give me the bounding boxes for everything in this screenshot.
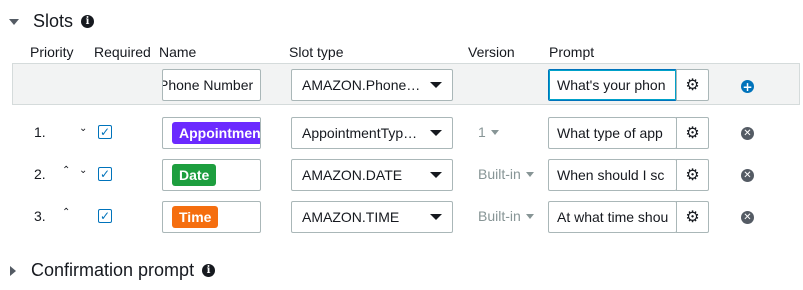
slot-version-select[interactable]: Built-in [478,166,534,182]
confirmation-section-toggle[interactable]: Confirmation prompt i [10,260,216,281]
chevron-down-icon [430,214,442,220]
close-icon: ✕ [743,211,752,223]
slot-priority: 3. [34,208,46,224]
chevron-down-icon [430,82,442,88]
slot-name-pill: AppointmentT [172,122,260,144]
required-checkbox[interactable]: ✓ [98,167,112,181]
slot-settings-button[interactable]: ⚙ [676,117,709,149]
info-icon[interactable]: i [81,15,95,28]
slot-name-pill: Date [172,164,217,186]
column-name: Name [159,44,197,60]
close-icon: ✕ [743,169,752,181]
gear-icon: ⚙ [685,209,700,226]
remove-slot-button[interactable]: ✕ [741,127,754,140]
chevron-down-icon [490,129,499,135]
slot-version-select[interactable]: 1 [478,124,499,140]
slot-name-pill: Time [172,206,219,228]
slot-name-input[interactable]: Date [162,159,261,191]
new-slot-prompt-input[interactable]: What's your phon [548,69,677,101]
slots-section-toggle[interactable]: Slots i [9,11,95,32]
slot-settings-button[interactable]: ⚙ [676,201,709,233]
slot-name-input[interactable]: AppointmentT [162,117,261,149]
new-slot-name-input[interactable]: Phone Number [162,69,261,101]
slot-prompt-input[interactable]: What type of app [548,117,677,149]
remove-slot-button[interactable]: ✕ [741,169,754,182]
gear-icon: ⚙ [685,125,700,142]
chevron-down-icon [430,172,442,178]
close-icon: ✕ [743,127,752,139]
slot-name-input[interactable]: Time [162,201,261,233]
column-slot-type: Slot type [289,44,344,60]
slots-title: Slots [33,11,74,31]
info-icon[interactable]: i [202,264,216,277]
required-checkbox[interactable]: ✓ [98,125,112,139]
plus-icon: + [742,79,753,94]
required-checkbox[interactable]: ✓ [98,209,112,223]
slot-priority: 1. [34,124,46,140]
gear-icon: ⚙ [685,77,700,94]
column-required: Required [94,44,151,60]
slot-prompt-input[interactable]: At what time shou [548,201,677,233]
caret-right-icon [10,265,16,276]
column-version: Version [468,44,515,60]
slot-version-select[interactable]: Built-in [478,208,534,224]
remove-slot-button[interactable]: ✕ [741,211,754,224]
slot-prompt-input[interactable]: When should I sc [548,159,677,191]
slot-type-select[interactable]: AppointmentTyp… [291,117,453,149]
column-prompt: Prompt [549,44,595,60]
gear-icon: ⚙ [685,167,700,184]
chevron-down-icon [525,213,534,219]
confirmation-title: Confirmation prompt [31,260,195,280]
move-up-icon[interactable]: ⌃ [62,165,70,176]
caret-down-icon [9,18,19,25]
column-priority: Priority [30,44,74,60]
new-slot-type-select[interactable]: AMAZON.Phone… [291,69,453,101]
add-slot-button[interactable]: + [741,80,754,93]
new-slot-settings-button[interactable]: ⚙ [676,69,709,101]
slot-priority: 2. [34,166,46,182]
slot-type-select[interactable]: AMAZON.TIME [291,201,453,233]
chevron-down-icon [430,130,442,136]
chevron-down-icon [525,171,534,177]
slot-type-select[interactable]: AMAZON.DATE [291,159,453,191]
slot-settings-button[interactable]: ⚙ [676,159,709,191]
move-down-icon[interactable]: ⌄ [79,165,87,176]
move-down-icon[interactable]: ⌄ [79,123,87,134]
move-up-icon[interactable]: ⌃ [62,207,70,218]
